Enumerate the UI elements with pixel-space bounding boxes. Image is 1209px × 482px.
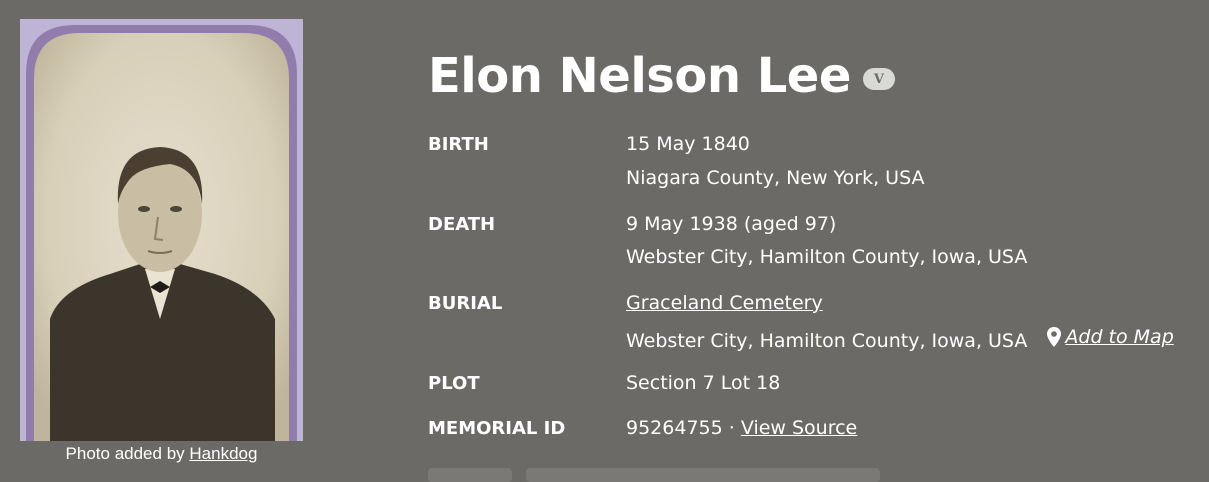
memorial-id-label: MEMORIAL ID	[428, 418, 566, 439]
plot-label: PLOT	[428, 373, 480, 394]
memorial-id-value: 95264755	[626, 417, 723, 439]
map-pin-icon	[1047, 327, 1062, 347]
birth-place: Niagara County, New York, USA	[626, 167, 925, 189]
birth-date: 15 May 1840	[626, 133, 750, 155]
add-to-map-button[interactable]: Add to Map	[1047, 326, 1174, 348]
burial-place: Webster City, Hamilton County, Iowa, USA	[626, 330, 1028, 352]
death-label: DEATH	[428, 214, 496, 235]
memorial-id-line: 95264755 · View Source	[626, 417, 857, 439]
memorial-title-row: Elon Nelson Lee V	[428, 52, 895, 100]
burial-label: BURIAL	[428, 293, 503, 314]
photo-caption-prefix: Photo added by	[65, 444, 185, 463]
view-source-link[interactable]: View Source	[741, 417, 857, 439]
memorial-id-separator: ·	[728, 417, 735, 439]
portrait-image: Elon	[20, 19, 303, 441]
photo-signature: Elon	[131, 400, 178, 424]
memorial-photo[interactable]: Elon	[20, 19, 303, 441]
photo-contributor-link[interactable]: Hankdog	[189, 444, 257, 463]
cemetery-link[interactable]: Graceland Cemetery	[626, 292, 823, 314]
memorial-name: Elon Nelson Lee	[428, 48, 851, 104]
photo-caption: Photo added by Hankdog	[20, 444, 303, 464]
add-to-map-link[interactable]: Add to Map	[1065, 326, 1173, 348]
plot-value: Section 7 Lot 18	[626, 372, 781, 394]
action-button-partial[interactable]	[428, 468, 512, 482]
death-place: Webster City, Hamilton County, Iowa, USA	[626, 246, 1028, 268]
birth-label: BIRTH	[428, 134, 489, 155]
burial-place-line: Webster City, Hamilton County, Iowa, USA…	[626, 326, 1174, 352]
action-button-partial[interactable]	[526, 468, 880, 482]
verified-badge[interactable]: V	[862, 68, 895, 90]
death-date: 9 May 1938 (aged 97)	[626, 213, 837, 235]
burial-cemetery-line: Graceland Cemetery	[626, 292, 823, 314]
